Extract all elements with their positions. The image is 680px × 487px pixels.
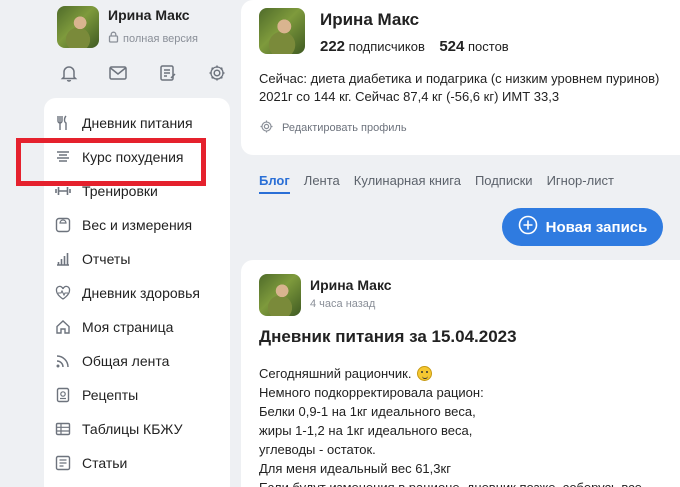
sidebar-item-label: Общая лента bbox=[82, 353, 170, 369]
post-line: Для меня идеальный вес 61,3кг bbox=[259, 461, 451, 476]
sidebar-item-feed[interactable]: Общая лента bbox=[54, 350, 169, 372]
posts-count: 524 bbox=[439, 38, 465, 55]
notes-icon[interactable] bbox=[157, 62, 179, 84]
status-line: 2021г со 144 кг. Сейчас 87,4 кг (-56,6 к… bbox=[259, 89, 560, 104]
sidebar-item-label: Дневник питания bbox=[82, 115, 193, 131]
settings-icon[interactable] bbox=[206, 62, 228, 84]
sidebar-item-articles[interactable]: Статьи bbox=[54, 452, 127, 474]
plus-circle-icon bbox=[518, 215, 538, 239]
post-line: Сегодняшний рациончик. bbox=[259, 364, 680, 383]
avatar[interactable] bbox=[57, 6, 99, 48]
profile-avatar[interactable] bbox=[259, 8, 305, 54]
gear-icon bbox=[259, 119, 274, 137]
post-author[interactable]: Ирина Макс bbox=[310, 277, 392, 293]
sidebar-item-recipes[interactable]: Рецепты bbox=[54, 384, 138, 406]
chart-icon bbox=[54, 250, 72, 268]
bell-icon[interactable] bbox=[58, 62, 80, 84]
sidebar-item-label: Статьи bbox=[82, 455, 128, 471]
edit-profile-label: Редактировать профиль bbox=[282, 122, 407, 134]
post-line-text: Сегодняшний рациончик. bbox=[259, 366, 412, 381]
rss-icon bbox=[54, 352, 72, 370]
post-line: жиры 1-1,2 на 1кг идеального веса, bbox=[259, 423, 473, 438]
post-author-avatar[interactable] bbox=[259, 274, 301, 316]
subscribers-count[interactable]: 222 bbox=[320, 38, 345, 55]
sidebar-quick-icons bbox=[58, 62, 228, 84]
post-card: Ирина Макс 4 часа назад Дневник питания … bbox=[241, 260, 680, 487]
sidebar-item-label: Моя страница bbox=[82, 319, 174, 335]
post-line: Немного подкорректировала рацион: bbox=[259, 385, 484, 400]
version-label: полная версия bbox=[108, 31, 198, 46]
profile-status: Сейчас: диета диабетика и подагрика (с н… bbox=[259, 70, 680, 106]
sidebar-item-label: Вес и измерения bbox=[82, 217, 193, 233]
tab-feed[interactable]: Лента bbox=[304, 173, 340, 188]
edit-profile-button[interactable]: Редактировать профиль bbox=[259, 119, 407, 137]
sidebar-item-label: Таблицы КБЖУ bbox=[82, 421, 183, 437]
new-post-button[interactable]: Новая запись bbox=[502, 208, 663, 246]
sidebar-item-nutrition-tables[interactable]: Таблицы КБЖУ bbox=[54, 418, 183, 440]
version-text: полная версия bbox=[123, 32, 199, 45]
post-body: Сегодняшний рациончик. Немного подкоррек… bbox=[259, 364, 680, 487]
posts-label: постов bbox=[468, 39, 509, 54]
sidebar-item-food-diary[interactable]: Дневник питания bbox=[54, 112, 193, 134]
recipe-icon bbox=[54, 386, 72, 404]
subscribers-label[interactable]: подписчиков bbox=[349, 39, 425, 54]
sidebar-item-label: Дневник здоровья bbox=[82, 285, 200, 301]
post-line: Белки 0,9-1 на 1кг идеального веса, bbox=[259, 404, 476, 419]
sidebar-item-label: Рецепты bbox=[82, 387, 139, 403]
highlight-annotation-box bbox=[16, 138, 206, 186]
tab-blog[interactable]: Блог bbox=[259, 173, 290, 188]
new-post-label: Новая запись bbox=[545, 218, 648, 236]
sidebar-item-reports[interactable]: Отчеты bbox=[54, 248, 130, 270]
sidebar-item-label: Отчеты bbox=[82, 251, 131, 267]
lock-icon bbox=[108, 31, 119, 46]
post-title[interactable]: Дневник питания за 15.04.2023 bbox=[259, 327, 517, 347]
tab-subscriptions[interactable]: Подписки bbox=[475, 173, 533, 188]
mail-icon[interactable] bbox=[107, 62, 129, 84]
tab-ignore-list[interactable]: Игнор-лист bbox=[547, 173, 614, 188]
profile-name: Ирина Макс bbox=[320, 10, 420, 29]
table-icon bbox=[54, 420, 72, 438]
status-line: Сейчас: диета диабетика и подагрика (с н… bbox=[259, 71, 660, 86]
home-icon bbox=[54, 318, 72, 336]
tab-cookbook[interactable]: Кулинарная книга bbox=[354, 173, 461, 188]
post-time: 4 часа назад bbox=[310, 298, 376, 310]
post-line: Если будут изменения в рационе, дневник … bbox=[259, 478, 680, 487]
fork-knife-icon bbox=[54, 114, 72, 132]
heart-pulse-icon bbox=[54, 284, 72, 302]
sidebar-item-health-diary[interactable]: Дневник здоровья bbox=[54, 282, 200, 304]
profile-stats: 222 подписчиков 524 постов bbox=[320, 38, 509, 55]
sidebar-user-panel: Ирина Макс полная версия bbox=[44, 0, 230, 92]
sidebar-item-my-page[interactable]: Моя страница bbox=[54, 316, 173, 338]
profile-tabs: Блог Лента Кулинарная книга Подписки Игн… bbox=[259, 173, 614, 188]
post-line: углеводы - остаток. bbox=[259, 442, 376, 457]
active-tab-indicator bbox=[259, 192, 290, 194]
smiley-icon bbox=[417, 366, 433, 381]
sidebar-user-name[interactable]: Ирина Макс bbox=[108, 7, 190, 23]
article-icon bbox=[54, 454, 72, 472]
profile-card: Ирина Макс 222 подписчиков 524 постов Се… bbox=[241, 0, 680, 155]
scale-icon bbox=[54, 216, 72, 234]
sidebar-item-weight[interactable]: Вес и измерения bbox=[54, 214, 192, 236]
